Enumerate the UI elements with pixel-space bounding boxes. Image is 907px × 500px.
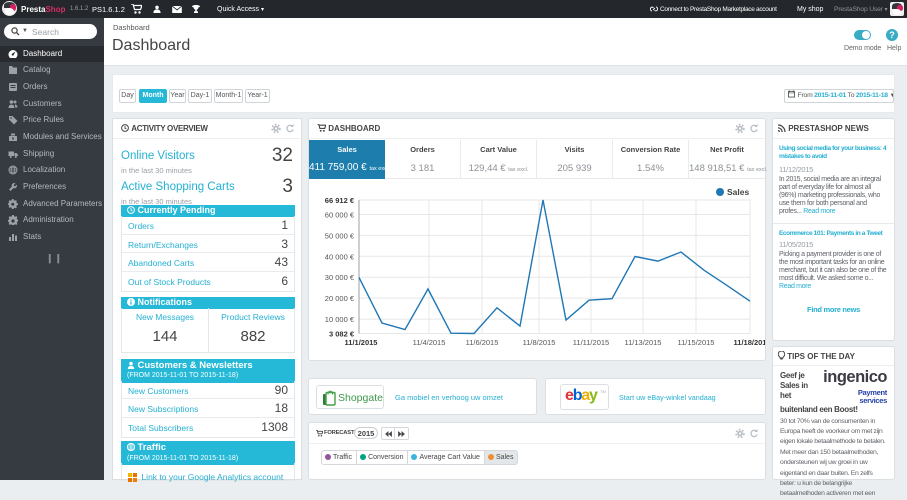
svg-text:10 000 €: 10 000 € <box>325 315 355 324</box>
svg-text:66 912 €: 66 912 € <box>325 196 355 205</box>
svg-text:11/1/2015: 11/1/2015 <box>345 338 378 347</box>
svg-text:30 000 €: 30 000 € <box>325 273 355 282</box>
svg-text:11/18/201: 11/18/201 <box>734 338 765 347</box>
svg-text:11/15/2015: 11/15/2015 <box>678 338 715 347</box>
svg-text:60 000 €: 60 000 € <box>325 211 355 220</box>
svg-text:11/11/2015: 11/11/2015 <box>573 338 609 347</box>
svg-text:50 000 €: 50 000 € <box>325 231 355 240</box>
svg-text:Sales: Sales <box>727 187 749 197</box>
svg-text:40 000 €: 40 000 € <box>325 252 355 261</box>
svg-text:11/4/2015: 11/4/2015 <box>413 338 446 347</box>
svg-text:20 000 €: 20 000 € <box>325 294 355 303</box>
svg-text:11/8/2015: 11/8/2015 <box>523 338 556 347</box>
svg-text:11/13/2015: 11/13/2015 <box>625 338 662 347</box>
svg-text:11/6/2015: 11/6/2015 <box>466 338 499 347</box>
